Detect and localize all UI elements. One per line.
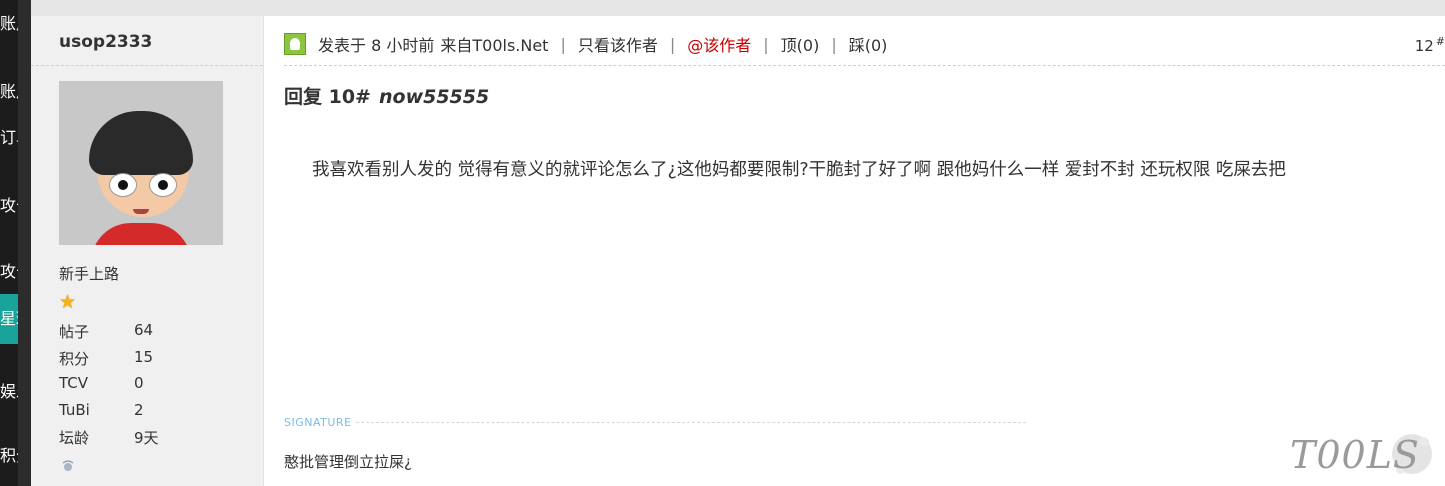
sidebar-item[interactable]: 娱乐 [0, 378, 20, 402]
author-name[interactable]: usop2333 [59, 32, 152, 52]
signature-text: 憨批管理倒立拉屎¿ [284, 453, 412, 471]
avatar-eye [149, 173, 177, 197]
floor-number[interactable]: 12 # [1415, 35, 1445, 55]
stat-value: 15 [134, 347, 154, 366]
post-panel: 发表于 8 小时前 来自T00ls.Net | 只看该作者 | @该作者 | 顶… [264, 16, 1445, 486]
sidebar-item-active[interactable]: 星球 [0, 294, 20, 344]
at-author-link[interactable]: @该作者 [687, 32, 751, 56]
only-author-link[interactable]: 只看该作者 [578, 32, 658, 56]
avatar[interactable] [59, 81, 223, 245]
stat-key: 坛龄 [59, 429, 90, 447]
stat-row: 坛龄 9天 [59, 427, 159, 454]
sidebar-item[interactable]: 账户 [0, 78, 20, 102]
avatar-mouth [133, 209, 149, 214]
sidebar-item[interactable]: 攻击 [0, 258, 20, 282]
watermark-text: T00LS [1290, 433, 1420, 477]
stat-row: 积分 15 [59, 348, 159, 375]
sidebar-scrollbar[interactable] [18, 0, 31, 486]
stat-key: 帖子 [59, 323, 90, 341]
post-divider [284, 65, 1445, 66]
author-panel: usop2333 新手上路 ★ 帖子 64 积分 15 TCV 0 TuBi 2… [31, 16, 264, 486]
stat-key: 积分 [59, 349, 90, 368]
reply-user[interactable]: now55555 [379, 86, 489, 108]
stat-value: 9天 [134, 429, 159, 447]
online-status-icon [284, 33, 306, 55]
downvote-link[interactable]: 踩(0) [849, 32, 888, 56]
upvote-link[interactable]: 顶(0) [781, 32, 820, 56]
signature-header: SIGNATURE [284, 416, 1026, 429]
sidebar-item[interactable]: 订单 [0, 124, 20, 148]
sidebar-item[interactable]: 攻击 [0, 192, 20, 216]
sidebar-item[interactable]: 积分 [0, 442, 20, 466]
signature-divider [355, 422, 1026, 423]
user-rank: 新手上路 [59, 265, 120, 283]
stat-value: 0 [134, 374, 144, 392]
site-logo-watermark: T00LS [1290, 433, 1432, 477]
left-sidebar: 账户 账户 订单 攻击 攻击 星球 娱乐 积分 [0, 0, 31, 486]
stat-key: TCV [59, 374, 89, 392]
feed-icon[interactable] [61, 460, 75, 472]
post-time: 发表于 8 小时前 [318, 36, 435, 55]
stat-row: TuBi 2 [59, 401, 159, 428]
post-source: 来自T00ls.Net [440, 36, 549, 55]
post-meta: 发表于 8 小时前 来自T00ls.Net | 只看该作者 | @该作者 | 顶… [284, 32, 887, 56]
sidebar-item[interactable]: 账户 [0, 10, 20, 34]
user-stats: 帖子 64 积分 15 TCV 0 TuBi 2 坛龄 9天 [59, 321, 159, 454]
avatar-hair [89, 111, 193, 175]
stat-row: 帖子 64 [59, 321, 159, 348]
reply-title: 回复 10# now55555 [284, 82, 489, 109]
stat-row: TCV 0 [59, 374, 159, 401]
stat-value: 2 [134, 400, 144, 419]
floor-mark: # [1435, 35, 1445, 48]
avatar-eye [109, 173, 137, 197]
star-icon: ★ [59, 291, 77, 313]
stat-key: TuBi [59, 400, 90, 419]
signature-label: SIGNATURE [284, 416, 352, 429]
stat-value[interactable]: 64 [134, 321, 153, 348]
reply-label[interactable]: 回复 10# [284, 86, 371, 108]
top-divider [31, 0, 1445, 16]
author-divider [31, 65, 263, 66]
avatar-shirt [91, 223, 191, 245]
post-content: 我喜欢看别人发的 觉得有意义的就评论怎么了¿这他妈都要限制?干脆封了好了啊 跟他… [312, 160, 1286, 180]
